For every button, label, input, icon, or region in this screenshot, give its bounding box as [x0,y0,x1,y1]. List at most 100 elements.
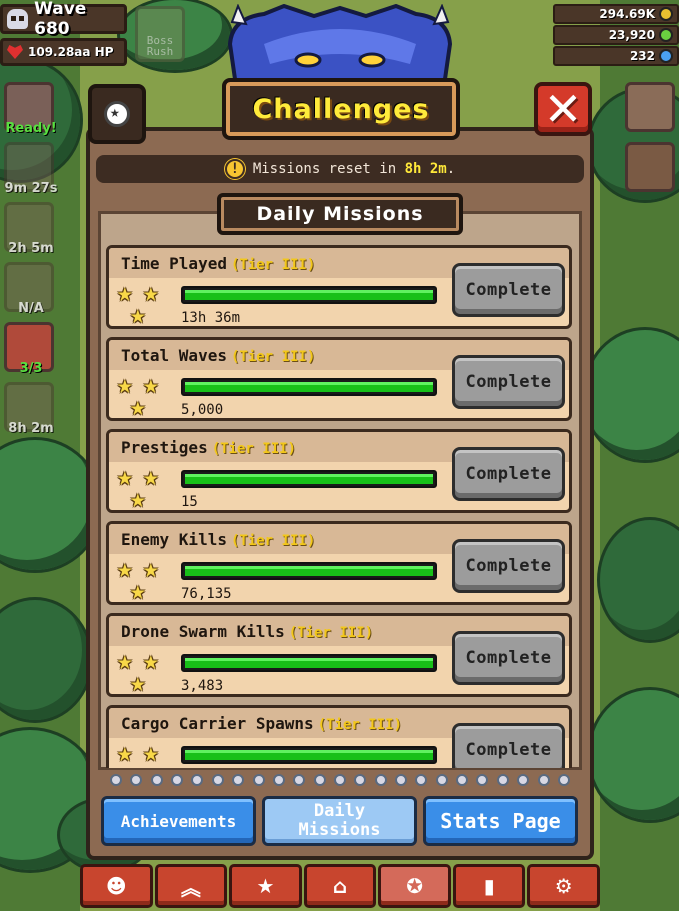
mission-card: Total Waves (Tier III) ★ ★ ★ 5,000 Complete [106,337,572,421]
mission-name: Total Waves (Tier III) [121,346,316,365]
mission-value: 76,135 [181,586,232,602]
reset-time: 8h 2m [404,161,447,177]
complete-button[interactable]: Complete [452,263,565,317]
reset-timer-bar: ! Missions reset in 8h 2m. [96,155,584,183]
close-icon: ✕ [543,82,583,136]
missions-list[interactable]: Time Played (Tier III) ★ ★ ★ 13h 36m Comple… [106,245,574,768]
mission-name: Enemy Kills (Tier III) [121,530,316,549]
mission-name: Time Played (Tier III) [121,254,316,273]
coin-balance: 294.69K [553,4,679,24]
heart-icon [7,45,23,59]
mission-tier: (Tier III) [317,717,402,733]
wave-counter: Wave 680 [0,0,127,39]
nav-stats-button[interactable]: ▮ [452,864,526,908]
progress-fill [185,474,433,484]
progress-fill [185,750,433,760]
star-rating: ★★★ [117,464,173,512]
skill-6-status: 8h 2m [8,421,54,436]
mission-card: Prestiges (Tier III) ★ ★ ★ 15 Complete [106,429,572,513]
skill-3-status: 2h 5m [8,241,54,256]
star-icon: ★ [130,576,146,606]
stats-bars-icon: ▮ [483,874,495,898]
ribbon-medal-icon [104,101,130,127]
shop-icon: ⌂ [332,874,348,898]
boss-rush-label: Boss Rush [146,34,174,58]
monster-icon: ☻ [105,874,127,898]
mission-tier: (Tier III) [230,349,316,365]
progress-bar [181,654,437,672]
star-rating: ★★★ [117,740,173,768]
section-title: Daily Missions [256,203,424,225]
progress-bar [181,746,437,764]
star-icon: ★ [130,392,146,422]
mission-card: Drone Swarm Kills (Tier III) ★ ★ ★ 3,483 Co… [106,613,572,697]
complete-button[interactable]: Complete [452,447,565,501]
tree [590,690,679,820]
progress-fill [185,382,433,392]
hp-counter: 109.28aa HP [0,38,127,66]
progress-fill [185,566,433,576]
mission-card: Time Played (Tier III) ★ ★ ★ 13h 36m Comple… [106,245,572,329]
star-icon: ★ [130,484,146,514]
coin-icon [659,7,673,21]
sparkle-stars-icon: ★ [256,874,275,898]
complete-button[interactable]: Complete [452,723,565,768]
mission-value: 13h 36m [181,310,241,326]
star-icon: ★ [130,300,146,330]
skill-4-status: N/A [18,301,44,316]
skill-1-status: Ready! [5,121,57,136]
mission-value: 15 [181,494,198,510]
nav-shop-button[interactable]: ⌂ [303,864,377,908]
tree [0,600,90,720]
medal-icon: ✪ [406,874,423,898]
achievement-ribbon-button[interactable] [88,84,146,144]
exclamation-icon: ! [224,159,245,179]
gem-value: 23,920 [608,28,655,42]
complete-button[interactable]: Complete [452,355,565,409]
mission-tier: (Tier III) [230,257,316,273]
star-icon: ★ [130,668,146,698]
tab-stats-page[interactable]: Stats Page [423,796,578,846]
complete-button[interactable]: Complete [452,539,565,593]
complete-button[interactable]: Complete [452,631,565,685]
treasure-chest-button[interactable] [625,142,675,192]
mission-name: Cargo Carrier Spawns (Tier III) [121,714,402,733]
section-title-plate: Daily Missions [217,193,463,235]
scroll-rivets [110,774,570,788]
progress-fill [185,658,433,668]
progress-bar [181,378,437,396]
upgrade-chevrons-icon: ︽ [180,875,201,900]
boss-rush-button[interactable]: Boss Rush [135,6,185,62]
nav-settings-button[interactable]: ⚙ [527,864,601,908]
progress-bar [181,470,437,488]
nav-challenges-button[interactable]: ✪ [378,864,451,908]
bottom-nav: ☻ ︽ ★ ⌂ ✪ ▮ ⚙ [80,864,601,908]
mission-value: 5,000 [181,402,224,418]
modal-title-plate: Challenges [222,78,460,140]
close-button[interactable]: ✕ [534,82,592,136]
crystal-icon [659,49,673,63]
coin-value: 294.69K [599,7,655,21]
mission-tier: (Tier III) [230,533,316,549]
nav-monster-button[interactable]: ☻ [80,864,153,908]
mission-name: Drone Swarm Kills (Tier III) [121,622,374,641]
mission-value: 3,483 [181,678,224,694]
tab-achievements[interactable]: Achievements [101,796,256,846]
reset-text: Missions reset in 8h 2m. [252,161,456,177]
star-rating: ★★★ [117,280,173,328]
modal-title: Challenges [252,93,430,125]
mission-name: Prestiges (Tier III) [121,438,296,457]
crystal-value: 232 [629,49,655,63]
gem-icon [659,28,673,42]
tab-daily-missions[interactable]: Daily Missions [262,796,417,846]
download-button[interactable] [625,82,675,132]
mission-tier: (Tier III) [288,625,374,641]
crystal-balance: 232 [553,46,679,66]
wave-label: Wave 680 [34,0,87,39]
star-rating: ★★★ [117,556,173,604]
nav-abilities-button[interactable]: ★ [229,864,302,908]
tree [600,520,679,640]
nav-upgrades-button[interactable]: ︽ [154,864,228,908]
hp-label: 109.28aa HP [28,45,114,59]
progress-bar [181,286,437,304]
